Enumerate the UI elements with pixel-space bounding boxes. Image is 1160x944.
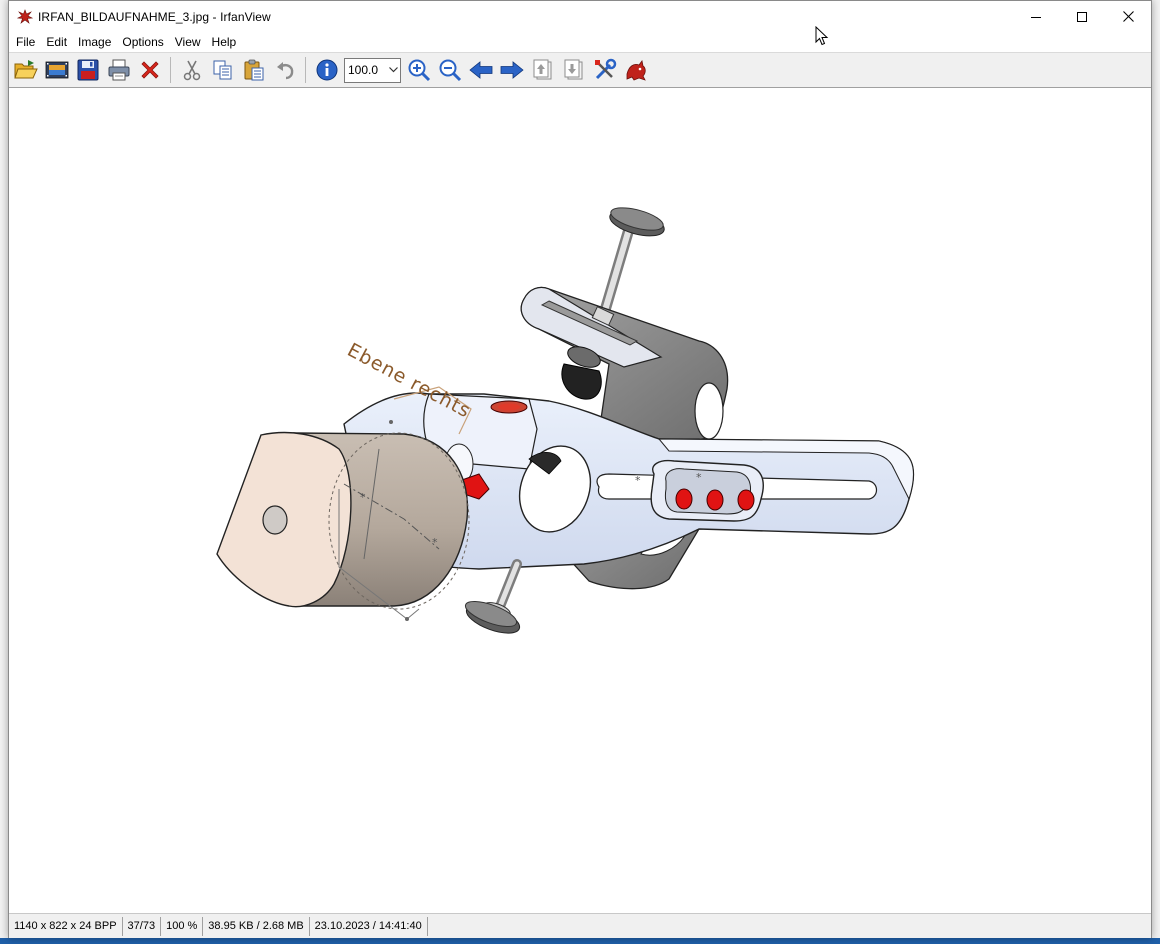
page-up-icon [533, 59, 551, 80]
svg-text:*: * [360, 491, 366, 504]
printer-icon [108, 59, 129, 81]
zoom-out-button[interactable] [434, 54, 465, 86]
open-folder-icon [13, 60, 38, 79]
mouse-cursor-icon [815, 26, 829, 46]
status-datetime: 23.10.2023 / 14:41:40 [310, 916, 428, 936]
image-info-button[interactable] [311, 54, 342, 86]
paste-button[interactable] [238, 54, 269, 86]
irfanview-window: IRFAN_BILDAUFNAHME_3.jpg - IrfanView Fil… [8, 0, 1152, 938]
maximize-button[interactable] [1059, 1, 1105, 32]
properties-button[interactable] [589, 54, 620, 86]
taskbar-edge [0, 938, 1160, 944]
slideshow-button[interactable] [41, 54, 72, 86]
paste-clipboard-icon [244, 59, 263, 81]
zoom-out-icon [439, 59, 461, 82]
status-file-size: 38.95 KB / 2.68 MB [203, 916, 310, 936]
menu-file[interactable]: File [11, 32, 41, 52]
menu-edit[interactable]: Edit [41, 32, 73, 52]
last-page-button[interactable] [558, 54, 589, 86]
tools-wrench-screwdriver-icon [594, 58, 616, 80]
menu-view[interactable]: View [170, 32, 207, 52]
svg-text:*: * [432, 536, 438, 549]
image-canvas[interactable]: * * * * Ebene rechts [9, 89, 1151, 912]
delete-x-icon [140, 61, 159, 79]
undo-icon [276, 62, 293, 80]
menu-options[interactable]: Options [117, 32, 169, 52]
svg-text:*: * [635, 474, 641, 487]
cad-assembly-image: * * * * Ebene rechts [216, 207, 915, 634]
menu-image[interactable]: Image [73, 32, 117, 52]
cylinder-part: * * [216, 420, 470, 621]
first-page-button[interactable] [527, 54, 558, 86]
copy-button[interactable] [207, 54, 238, 86]
status-file-index: 37/73 [123, 916, 162, 936]
close-button[interactable] [1105, 1, 1151, 32]
zoom-in-button[interactable] [403, 54, 434, 86]
irfanview-about-button[interactable] [620, 54, 651, 86]
zoom-select[interactable]: 100.0 [344, 57, 401, 83]
svg-text:*: * [696, 471, 702, 484]
toolbar: 100.0 [9, 52, 1151, 88]
close-icon [1122, 11, 1134, 22]
page-down-icon [564, 59, 582, 80]
menu-bar: File Edit Image Options View Help [9, 32, 1151, 52]
open-button[interactable] [10, 54, 41, 86]
maximize-icon [1077, 11, 1087, 22]
title-bar[interactable]: IRFAN_BILDAUFNAHME_3.jpg - IrfanView [9, 1, 1151, 32]
irfanview-logo-icon [16, 8, 34, 26]
bottom-thumb-screw [464, 559, 522, 634]
minimize-button[interactable] [1013, 1, 1059, 32]
irfanview-cat-icon [626, 60, 646, 81]
filmstrip-icon [45, 61, 68, 79]
toolbar-separator [305, 57, 306, 83]
copy-icon [213, 60, 231, 80]
floppy-disk-icon [77, 59, 98, 81]
minimize-icon [1031, 16, 1041, 18]
status-bar: 1140 x 822 x 24 BPP 37/73 100 % 38.95 KB… [9, 913, 1151, 938]
delete-button[interactable] [134, 54, 165, 86]
zoom-value: 100.0 [348, 63, 379, 77]
slider-block: * * [635, 459, 764, 522]
arrow-left-icon [468, 61, 492, 79]
status-zoom: 100 % [161, 916, 204, 936]
menu-help[interactable]: Help [207, 32, 243, 52]
print-button[interactable] [103, 54, 134, 86]
info-icon [316, 59, 337, 81]
arrow-right-icon [500, 61, 524, 79]
top-thumb-screw [595, 207, 665, 330]
status-dimensions: 1140 x 822 x 24 BPP [9, 916, 123, 936]
scissors-icon [183, 60, 200, 81]
toolbar-separator [170, 57, 171, 83]
chevron-down-icon[interactable] [386, 59, 400, 82]
cut-button[interactable] [176, 54, 207, 86]
next-image-button[interactable] [496, 54, 527, 86]
save-button[interactable] [72, 54, 103, 86]
background-window-edge-right [1151, 0, 1160, 944]
window-controls [1013, 1, 1151, 32]
undo-button[interactable] [269, 54, 300, 86]
previous-image-button[interactable] [465, 54, 496, 86]
zoom-in-icon [408, 59, 430, 82]
window-title: IRFAN_BILDAUFNAHME_3.jpg - IrfanView [38, 9, 271, 24]
